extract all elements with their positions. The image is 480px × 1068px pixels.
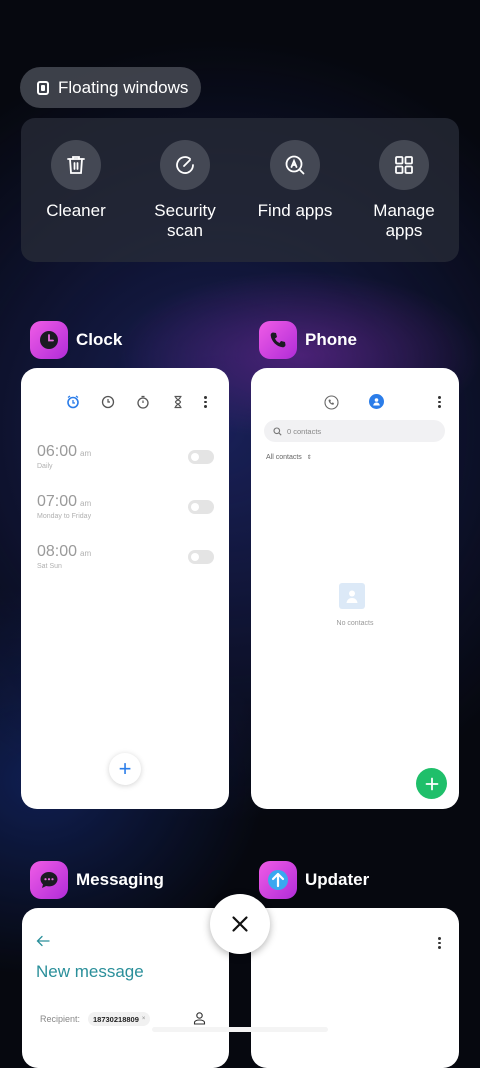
clock-app-name: Clock [76,330,123,349]
recipient-chip[interactable]: 18730218809 × [88,1012,151,1026]
alarm-time: 08:00 [37,543,78,560]
alarm-ampm: am [80,549,92,558]
alarm-ampm: am [80,499,92,508]
add-contact-button[interactable] [416,768,447,799]
stopwatch-tab-icon[interactable] [136,395,150,414]
updater-app-name: Updater [305,870,370,889]
recipient-number: 18730218809 [93,1014,139,1024]
grid-icon [379,140,429,190]
alarm-time: 06:00 [37,443,78,460]
phone-app-header[interactable]: Phone [259,321,357,359]
updater-more-icon[interactable] [438,937,441,949]
remove-chip-icon[interactable]: × [142,1016,146,1022]
phone-icon [259,321,297,359]
alarm-ampm: am [80,449,92,458]
security-scan-icon [160,140,210,190]
floating-windows-label: Floating windows [58,77,189,97]
filter-label: All contacts [266,454,302,461]
messaging-app-name: Messaging [76,870,164,889]
floating-window-icon [37,80,49,95]
quick-actions-panel: Cleaner Security scan Find apps Manage a… [21,118,459,262]
alarm-item[interactable]: 06:00 am Daily [37,443,91,470]
contacts-search-field[interactable]: 0 contacts [264,420,445,442]
find-apps-icon [270,140,320,190]
alarm-item[interactable]: 08:00 am Sat Sun [37,543,91,570]
cleaner-button[interactable]: Cleaner [26,140,126,221]
security-scan-button[interactable]: Security scan [135,140,235,241]
find-apps-label: Find apps [257,201,333,220]
updater-app-card[interactable] [251,908,459,1068]
clock-more-icon[interactable] [204,396,207,408]
updater-arrow-icon [259,861,297,899]
security-scan-label: Security scan [154,201,216,240]
close-all-button[interactable] [210,894,270,954]
recipient-label: Recipient: [40,1014,81,1024]
phone-app-name: Phone [305,330,357,349]
clock-icon [30,321,68,359]
contacts-tab-icon[interactable] [369,394,384,409]
plus-icon: + [118,756,132,781]
home-indicator[interactable] [152,1027,328,1032]
chevron-updown-icon: ⇕ [306,455,312,461]
world-clock-tab-icon[interactable] [101,395,115,414]
updater-app-header[interactable]: Updater [259,861,369,899]
new-message-title: New message [36,962,144,981]
manage-apps-button[interactable]: Manage apps [354,140,454,241]
search-icon [273,426,282,436]
message-icon [30,861,68,899]
alarm-time: 07:00 [37,493,78,510]
floating-windows-button[interactable]: Floating windows [20,67,201,108]
manage-apps-label: Manage apps [373,201,435,240]
clock-app-header[interactable]: Clock [30,321,122,359]
alarm-item[interactable]: 07:00 am Monday to Friday [37,493,91,520]
phone-app-card[interactable]: 0 contacts All contacts ⇕ No contacts [251,368,459,809]
add-alarm-button[interactable]: + [109,753,141,785]
no-contacts-label: No contacts [336,620,374,627]
find-apps-button[interactable]: Find apps [245,140,345,221]
clock-app-card[interactable]: 06:00 am Daily 07:00 am Monday to Friday 0… [21,368,229,809]
empty-contacts-icon [339,583,365,609]
close-icon [232,916,248,932]
messaging-app-header[interactable]: Messaging [30,861,164,899]
cleaner-label: Cleaner [46,201,106,220]
plus-icon [425,777,438,790]
alarm-repeat: Monday to Friday [37,513,92,520]
call-log-tab-icon[interactable] [324,395,339,415]
alarm-toggle[interactable] [188,500,214,514]
messaging-app-card[interactable]: New message Recipient: 18730218809 × [22,908,229,1068]
timer-tab-icon[interactable] [171,395,185,414]
back-arrow-icon[interactable] [36,934,50,952]
alarm-repeat: Daily [37,463,53,470]
alarm-tab-icon[interactable] [66,395,80,414]
alarm-toggle[interactable] [188,550,214,564]
phone-more-icon[interactable] [438,396,441,408]
trash-icon [51,140,101,190]
search-placeholder: 0 contacts [287,426,322,436]
alarm-toggle[interactable] [188,450,214,464]
alarm-repeat: Sat Sun [37,563,62,570]
contacts-filter-dropdown[interactable]: All contacts ⇕ [266,454,312,461]
